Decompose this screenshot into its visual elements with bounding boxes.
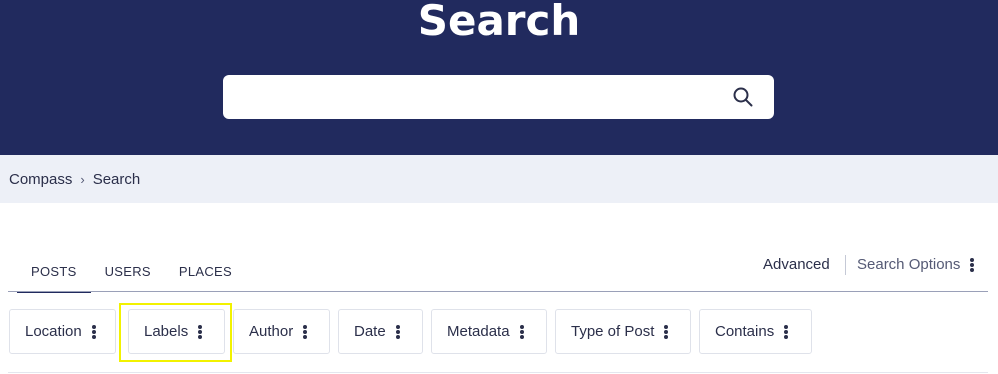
breadcrumb-item-search: Search (92, 171, 141, 188)
more-vertical-icon (519, 324, 524, 339)
more-vertical-icon (303, 324, 308, 339)
filter-label: Date (354, 323, 386, 340)
filter-bar-divider (8, 372, 988, 373)
more-vertical-icon (784, 324, 789, 339)
filter-label: Labels (144, 323, 189, 340)
filter-metadata[interactable]: Metadata (431, 309, 547, 354)
result-type-tabs: POSTS USERS PLACES (17, 256, 246, 293)
breadcrumb-bar: Compass › Search (0, 155, 998, 203)
breadcrumb-item-compass[interactable]: Compass (9, 171, 72, 188)
filter-label: Contains (715, 323, 775, 340)
search-header: Search (0, 0, 998, 155)
breadcrumb-separator: › (80, 172, 85, 187)
search-options-label: Search Options (857, 256, 961, 273)
filter-label: Type of Post (571, 323, 655, 340)
tab-users[interactable]: USERS (91, 256, 165, 293)
more-vertical-icon (970, 257, 975, 272)
page-title: Search (417, 0, 581, 45)
filter-date[interactable]: Date (338, 309, 423, 354)
tab-posts[interactable]: POSTS (17, 256, 91, 293)
breadcrumb: Compass › Search (9, 171, 140, 188)
options-divider (845, 255, 846, 275)
filter-bar: Location Labels Author Date Metadata Typ… (0, 309, 998, 354)
more-vertical-icon (664, 324, 669, 339)
filter-contains[interactable]: Contains (699, 309, 812, 354)
more-vertical-icon (198, 324, 203, 339)
tab-places[interactable]: PLACES (165, 256, 246, 293)
filter-labels[interactable]: Labels (128, 309, 225, 354)
tabs-divider (8, 291, 988, 292)
filter-type-of-post[interactable]: Type of Post (555, 309, 691, 354)
filter-location[interactable]: Location (9, 309, 116, 354)
more-vertical-icon (91, 324, 96, 339)
search-icon[interactable] (732, 86, 754, 108)
search-input[interactable] (223, 75, 774, 119)
advanced-link[interactable]: Advanced (763, 256, 830, 273)
more-vertical-icon (395, 324, 400, 339)
filter-label: Author (249, 323, 294, 340)
filter-label: Metadata (447, 323, 510, 340)
search-options-button[interactable]: Search Options (857, 256, 975, 273)
filter-author[interactable]: Author (233, 309, 330, 354)
filter-label: Location (25, 323, 82, 340)
